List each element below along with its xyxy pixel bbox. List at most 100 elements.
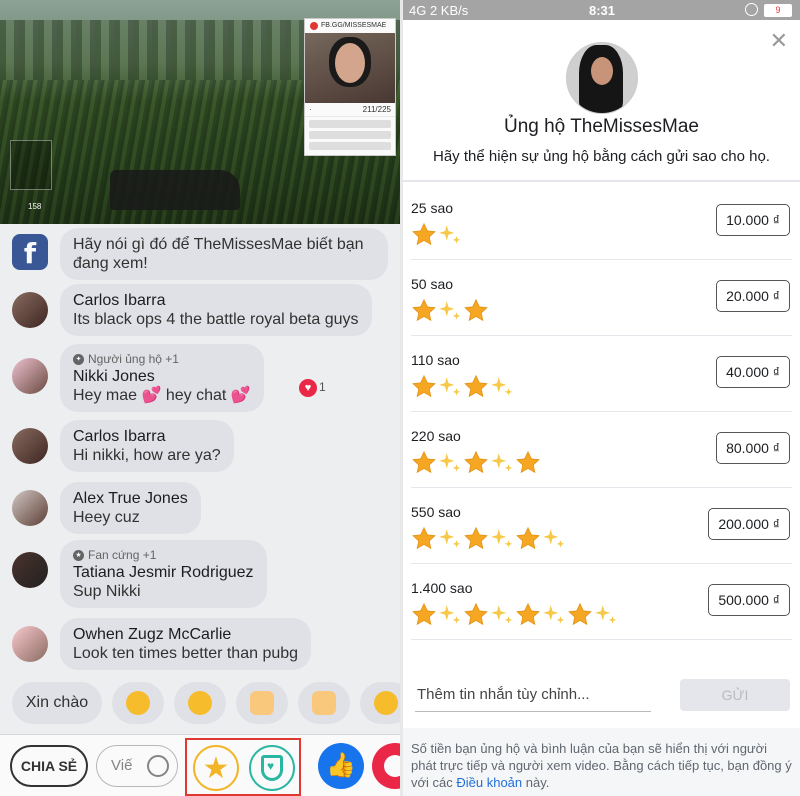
love-icon[interactable] <box>372 743 400 789</box>
star-icon <box>463 526 489 552</box>
price-button[interactable]: 200.000 ₫ <box>708 508 790 540</box>
price-button[interactable]: 20.000 ₫ <box>716 280 790 312</box>
commenter-name[interactable]: Carlos Ibarra <box>73 291 359 310</box>
live-video[interactable]: 158 FB.GG/MISSESMAE · 211/225 <box>0 0 400 224</box>
sparkle-icon <box>437 526 463 552</box>
supporter-badge: ✦ Người ủng hộ +1 <box>73 351 251 367</box>
quick-reply-heart-eyes[interactable] <box>174 682 226 724</box>
custom-message-area: GỬI <box>403 660 800 728</box>
star-pack-row[interactable]: 110 sao 40.000 ₫ <box>411 336 792 412</box>
avatar[interactable] <box>12 358 48 394</box>
share-button[interactable]: CHIA SẺ <box>10 745 88 787</box>
reaction-count[interactable]: ♥ 1 <box>299 378 326 397</box>
chat-bubble: Carlos Ibarra Hi nikki, how are ya? <box>60 420 234 472</box>
star-icon <box>411 602 437 628</box>
supporter-badge-icon[interactable] <box>249 745 295 791</box>
quick-reply-greeting[interactable]: Xin chào <box>12 682 102 724</box>
star-icon <box>411 450 437 476</box>
sparkle-icon <box>437 222 463 248</box>
star-icon[interactable]: ★ <box>193 745 239 791</box>
star-pack-label: 110 sao <box>411 352 460 368</box>
avatar[interactable] <box>12 626 48 662</box>
star-pack-row[interactable]: 50 sao 20.000 ₫ <box>411 260 792 336</box>
chat-bubble: Alex True Jones Heey cuz <box>60 482 201 534</box>
streamer-avatar <box>566 42 638 114</box>
webcam-feed <box>305 33 395 103</box>
sparkle-icon <box>437 374 463 400</box>
commenter-name[interactable]: Nikki Jones <box>73 367 251 386</box>
commenter-name[interactable]: Carlos Ibarra <box>73 427 221 446</box>
disclaimer: Số tiền bạn ủng hộ và bình luận của bạn … <box>403 728 800 796</box>
tears-of-joy-emoji-icon <box>374 691 398 715</box>
chat-bubble: ✦ Người ủng hộ +1 Nikki Jones Hey mae 💕 h… <box>60 344 326 412</box>
commenter-name[interactable]: Tatiana Jesmir Rodriguez <box>73 563 254 582</box>
star-pack-row[interactable]: 1.400 sao 500.000 ₫ <box>411 564 792 640</box>
avatar[interactable] <box>12 428 48 464</box>
quick-reply-clapping[interactable] <box>236 682 288 724</box>
like-icon[interactable]: 👍 <box>318 743 364 789</box>
quick-reply-tears-of-joy[interactable] <box>360 682 400 724</box>
stars-dialog: 4G 2 KB/s 8:31 9 ✕ Ủng hộ TheMissesMae H… <box>403 0 800 796</box>
star-icons-group <box>411 222 463 248</box>
sparkle-icon <box>541 602 567 628</box>
star-pack-label: 550 sao <box>411 504 461 520</box>
comment-text: Its black ops 4 the battle royal beta gu… <box>73 311 359 328</box>
avatar[interactable] <box>12 490 48 526</box>
star-badge-icon: ★ <box>73 549 84 561</box>
status-bar: 4G 2 KB/s 8:31 9 <box>403 0 800 20</box>
quick-reply-laughing[interactable] <box>112 682 164 724</box>
highlighted-support-buttons: ★ <box>185 738 301 796</box>
channel-url: FB.GG/MISSESMAE <box>321 22 387 29</box>
disclaimer-end: này. <box>522 775 550 790</box>
signal-icon: 4G <box>409 3 427 18</box>
quick-replies: Xin chào <box>0 680 400 728</box>
commenter-name[interactable]: Alex True Jones <box>73 489 188 508</box>
comment-text-part: hey chat <box>165 387 227 404</box>
star-icon <box>411 374 437 400</box>
dialog-title: Ủng hộ TheMissesMae <box>503 116 700 137</box>
star-pack-label: 1.400 sao <box>411 580 473 596</box>
star-icon <box>515 450 541 476</box>
send-button[interactable]: GỬI <box>680 679 790 711</box>
star-pack-label: 50 sao <box>411 276 454 292</box>
avatar[interactable] <box>12 292 48 328</box>
star-pack-row[interactable]: 550 sao 200.000 ₫ <box>411 488 792 564</box>
star-icons-group <box>411 298 489 324</box>
sparkle-icon <box>489 374 515 400</box>
terms-link[interactable]: Điều khoản <box>456 775 522 790</box>
laughing-emoji-icon <box>126 691 150 715</box>
hearts-emoji-icon: 💕 <box>141 387 162 404</box>
star-icons-group <box>411 602 619 628</box>
emoji-picker-icon[interactable] <box>147 755 169 777</box>
close-icon[interactable]: ✕ <box>770 30 788 52</box>
star-pack-row[interactable]: 220 sao 80.000 ₫ <box>411 412 792 488</box>
chat-bubble: Owhen Zugz McCarlie Look ten times bette… <box>60 618 312 670</box>
price-button[interactable]: 40.000 ₫ <box>716 356 790 388</box>
comment-input[interactable]: Viế <box>96 745 178 787</box>
sparkle-icon <box>489 450 515 476</box>
price-button[interactable]: 500.000 ₫ <box>708 584 790 616</box>
star-icons-group <box>411 526 567 552</box>
comment-text: Hi nikki, how are ya? <box>73 447 221 464</box>
star-pack-row[interactable]: 25 sao 10.000 ₫ <box>411 184 792 260</box>
top-fan-badge: ★ Fan cứng +1 <box>73 547 254 563</box>
heart-eyes-emoji-icon <box>188 691 212 715</box>
battery-icon: 9 <box>764 4 792 17</box>
star-icon <box>463 374 489 400</box>
love-reaction-icon: ♥ <box>299 378 318 397</box>
price-button[interactable]: 10.000 ₫ <box>716 204 790 236</box>
clapping-emoji-icon <box>250 691 274 715</box>
sparkle-icon <box>541 526 567 552</box>
game-minimap <box>10 140 52 190</box>
star-pack-label: 25 sao <box>411 200 454 216</box>
avatar[interactable] <box>12 552 48 588</box>
stream-overlay: FB.GG/MISSESMAE · 211/225 <box>304 18 396 156</box>
commenter-name[interactable]: Owhen Zugz McCarlie <box>73 625 298 644</box>
comment-text: Heey cuz <box>73 509 140 526</box>
sparkle-icon <box>489 602 515 628</box>
price-button[interactable]: 80.000 ₫ <box>716 432 790 464</box>
custom-message-input[interactable] <box>415 674 651 712</box>
system-message-bubble: Hãy nói gì đó để TheMissesMae biết bạn đ… <box>60 228 388 280</box>
comment-text-part: Hey mae <box>73 387 138 404</box>
quick-reply-thumbs-up[interactable] <box>298 682 350 724</box>
